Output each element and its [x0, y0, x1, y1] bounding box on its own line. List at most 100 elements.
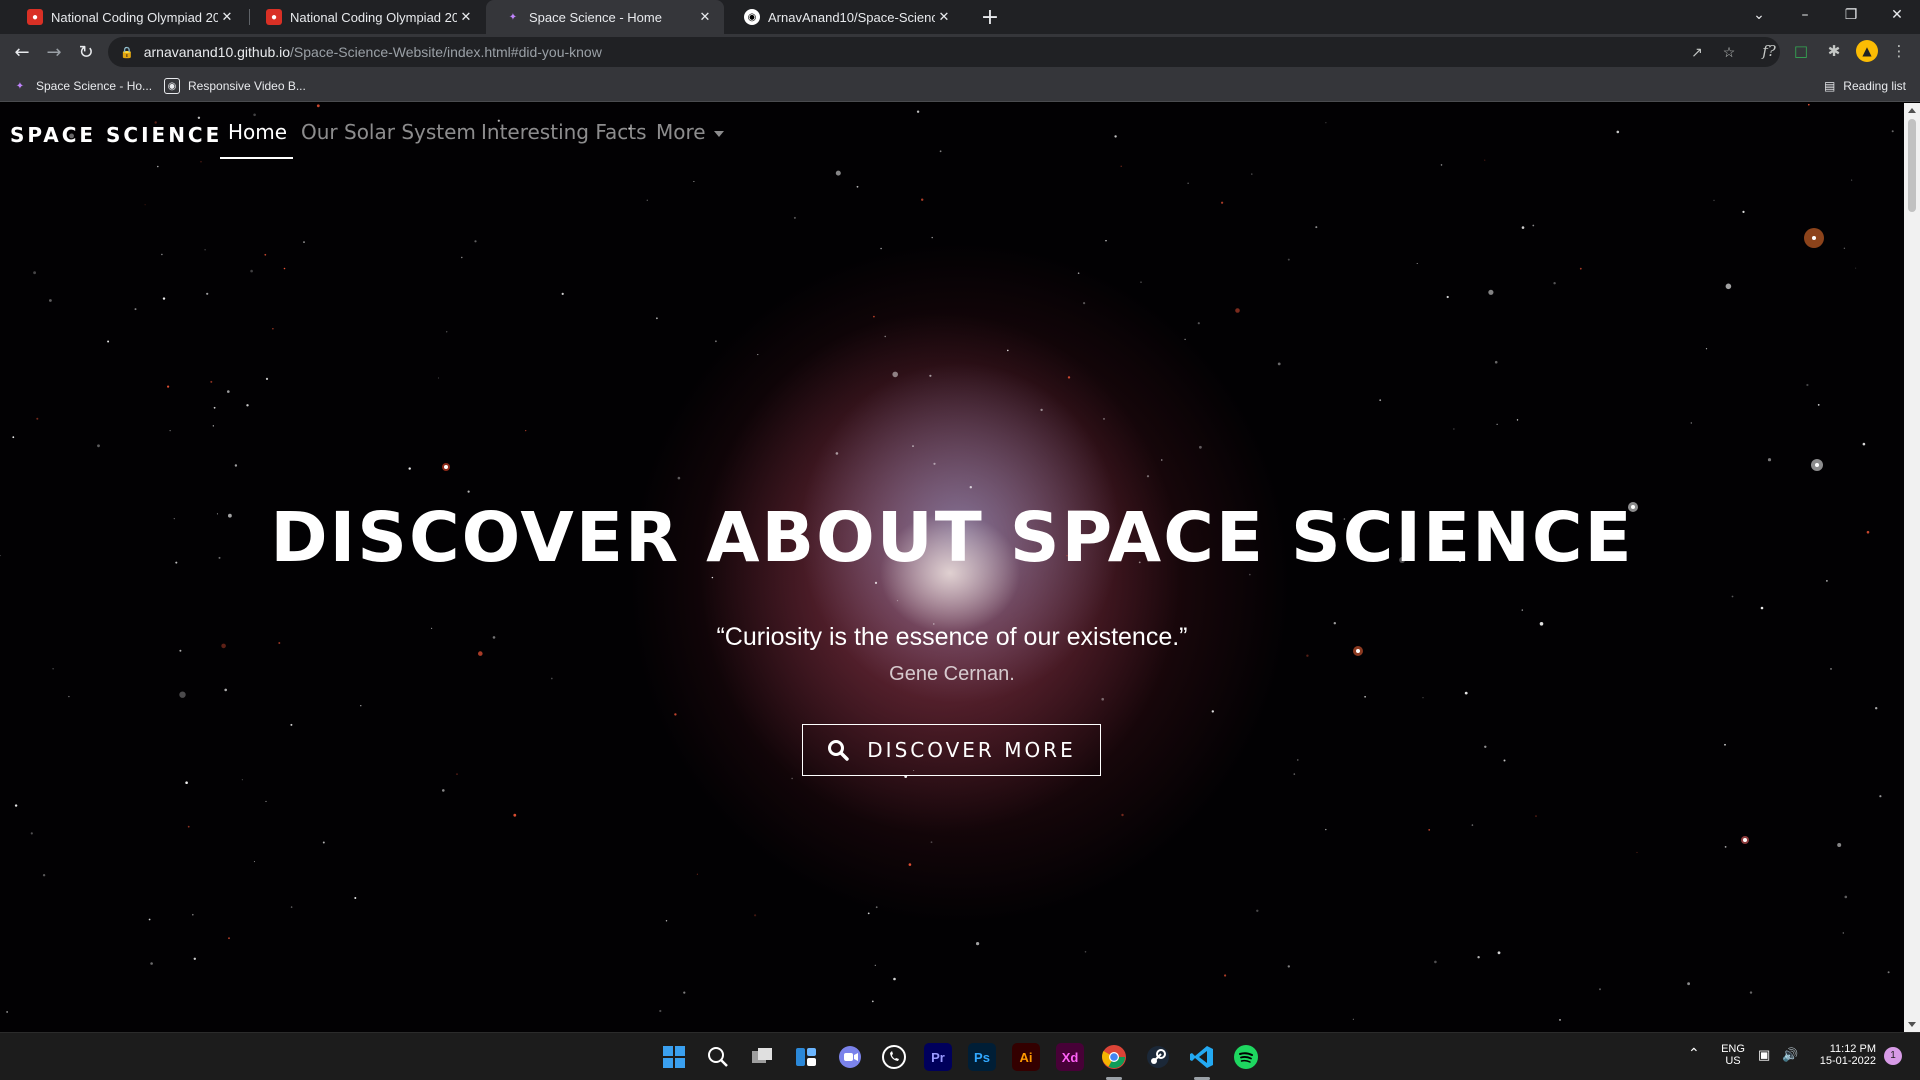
clock[interactable]: 11:12 PM 15-01-2022: [1806, 1043, 1876, 1067]
bookmark-space-science[interactable]: ✦ Space Science - Ho...: [12, 76, 152, 96]
notification-badge[interactable]: 1: [1884, 1047, 1902, 1065]
reload-button[interactable]: ↻: [72, 38, 100, 66]
star: [474, 240, 477, 243]
widgets-icon[interactable]: [792, 1043, 820, 1071]
star: [1428, 829, 1431, 831]
forward-button[interactable]: →: [40, 38, 68, 66]
tab-olympiad-2[interactable]: ● National Coding Olympiad 2021 ✕: [247, 0, 485, 34]
spotify-icon[interactable]: [1232, 1043, 1260, 1071]
star: [1453, 428, 1455, 430]
star: [1067, 376, 1071, 379]
scroll-up-icon[interactable]: [1908, 108, 1916, 113]
profile-avatar-icon[interactable]: ▲: [1856, 40, 1878, 62]
reading-list-button[interactable]: ▤ Reading list: [1824, 76, 1906, 96]
star: [408, 467, 411, 470]
tab-close-icon[interactable]: ✕: [696, 8, 714, 26]
restore-button[interactable]: ❐: [1828, 0, 1874, 30]
tab-close-icon[interactable]: ✕: [218, 8, 236, 26]
star: [107, 340, 110, 343]
language-indicator[interactable]: ENG US: [1718, 1043, 1748, 1067]
star: [715, 340, 717, 343]
nav-link-solar-system[interactable]: Our Solar System: [301, 120, 476, 144]
tray-overflow-chevron-icon[interactable]: ⌃: [1688, 1045, 1700, 1062]
back-button[interactable]: ←: [8, 38, 36, 66]
network-icon[interactable]: ▣: [1758, 1047, 1770, 1063]
star: [437, 377, 440, 379]
star: [1256, 909, 1259, 912]
star: [97, 444, 100, 448]
task-view-icon[interactable]: [748, 1043, 776, 1071]
caret-down-icon: [713, 130, 724, 137]
star: [1422, 697, 1424, 699]
star: [227, 390, 230, 393]
star: [1705, 348, 1708, 350]
illustrator-icon[interactable]: Ai: [1012, 1043, 1040, 1071]
star: [930, 841, 933, 844]
chrome-menu-icon[interactable]: ⋮: [1888, 40, 1910, 62]
nav-dropdown-more[interactable]: More: [656, 120, 724, 144]
discover-more-button[interactable]: DISCOVER MORE: [802, 724, 1101, 776]
star: [1140, 281, 1142, 283]
star: [683, 991, 686, 994]
photoshop-icon[interactable]: Ps: [968, 1043, 996, 1071]
premiere-pro-icon[interactable]: Pr: [924, 1043, 952, 1071]
steam-icon[interactable]: [1144, 1043, 1172, 1071]
star: [250, 269, 253, 273]
star: [200, 161, 202, 163]
scroll-thumb[interactable]: [1908, 119, 1916, 212]
star: [1484, 745, 1487, 748]
nav-link-home[interactable]: Home: [228, 120, 287, 144]
star: [228, 937, 230, 940]
volume-icon[interactable]: 🔊: [1782, 1047, 1798, 1063]
tab-olympiad-1[interactable]: ● National Coding Olympiad 2021 ✕: [8, 0, 246, 34]
url-host: arnavanand10.github.io: [143, 44, 291, 60]
star: [1742, 210, 1745, 213]
bookmark-star-icon[interactable]: ☆: [1720, 43, 1738, 61]
vscode-icon[interactable]: [1188, 1043, 1216, 1071]
tab-search-icon[interactable]: ⌄: [1736, 0, 1782, 30]
extensions-puzzle-icon[interactable]: ✱: [1823, 40, 1845, 62]
star: [561, 292, 564, 295]
star: [290, 906, 293, 908]
tab-space-science-home[interactable]: ✦ Space Science - Home ✕: [486, 0, 724, 34]
star: [272, 328, 274, 330]
star: [1842, 932, 1845, 934]
screenshot-extension-icon[interactable]: □: [1790, 40, 1812, 62]
star: [461, 256, 463, 259]
star: [875, 906, 878, 909]
star: [871, 1000, 874, 1003]
site-brand[interactable]: SPACE SCIENCE: [10, 123, 222, 147]
chrome-icon[interactable]: [1100, 1043, 1128, 1071]
tab-close-icon[interactable]: ✕: [935, 8, 953, 26]
bookmark-responsive-video[interactable]: ◉ Responsive Video B...: [164, 76, 306, 96]
star: [835, 170, 841, 176]
tab-github-repo[interactable]: ◉ ArnavAnand10/Space-Science-W ✕: [725, 0, 963, 34]
formula-extension-icon[interactable]: f?: [1758, 40, 1780, 62]
star: [68, 695, 70, 698]
adobe-xd-icon[interactable]: Xd: [1056, 1043, 1084, 1071]
windows-start-icon[interactable]: [660, 1043, 688, 1071]
whatsapp-icon[interactable]: [880, 1043, 908, 1071]
page-scrollbar[interactable]: [1904, 103, 1920, 1032]
star: [36, 417, 39, 420]
star: [354, 897, 357, 899]
star: [1297, 759, 1299, 761]
teams-chat-icon[interactable]: [836, 1043, 864, 1071]
tab-title: National Coding Olympiad 2021: [290, 9, 457, 25]
nav-link-interesting-facts[interactable]: Interesting Facts: [481, 120, 647, 144]
new-tab-button[interactable]: +: [977, 4, 1003, 30]
share-icon[interactable]: ↗: [1688, 43, 1706, 61]
star: [204, 249, 206, 251]
close-window-button[interactable]: ✕: [1874, 0, 1920, 30]
tab-close-icon[interactable]: ✕: [457, 8, 475, 26]
active-nav-underline: [220, 157, 293, 159]
star: [880, 247, 882, 250]
star: [1731, 595, 1734, 598]
star: [14, 804, 18, 807]
scroll-down-icon[interactable]: [1908, 1022, 1916, 1027]
minimize-button[interactable]: –: [1782, 0, 1828, 30]
tab-title: National Coding Olympiad 2021: [51, 9, 218, 25]
search-icon[interactable]: [704, 1043, 732, 1071]
address-bar[interactable]: 🔒 arnavanand10.github.io/Space-Science-W…: [108, 37, 1780, 67]
star: [187, 825, 190, 828]
